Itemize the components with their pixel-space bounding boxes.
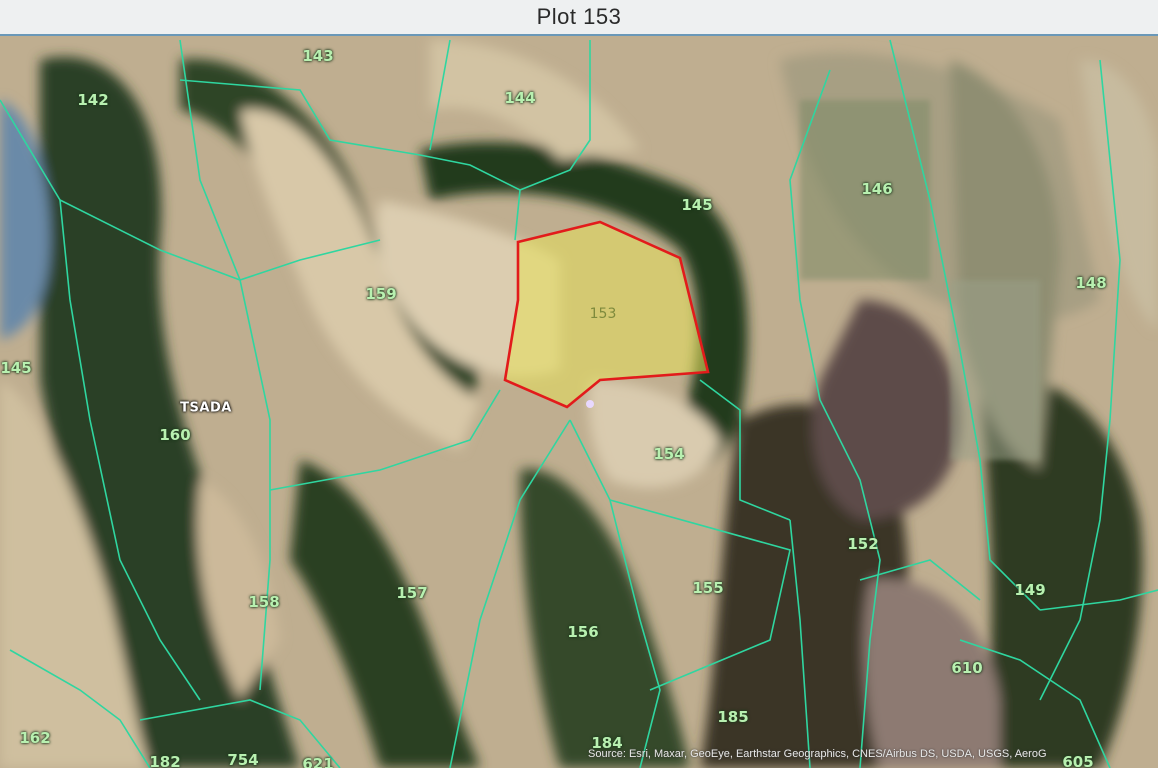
plot-label-148[interactable]: 148 <box>1075 274 1106 292</box>
plot-label-156[interactable]: 156 <box>567 623 598 641</box>
plot-label-155[interactable]: 155 <box>692 579 723 597</box>
plot-label-605[interactable]: 605 <box>1062 753 1093 768</box>
plot-label-144[interactable]: 144 <box>504 89 535 107</box>
plot-label-146[interactable]: 146 <box>861 180 892 198</box>
place-label: TSADA <box>180 400 232 416</box>
plot-label-152[interactable]: 152 <box>847 535 878 553</box>
plot-label-754[interactable]: 754 <box>227 751 258 768</box>
plot-label-143[interactable]: 143 <box>302 47 333 65</box>
satellite-imagery <box>0 36 1158 768</box>
plot-label-154[interactable]: 154 <box>653 445 684 463</box>
plot-label-621[interactable]: 621 <box>302 755 333 768</box>
map-view[interactable]: 142 143 144 145 145 146 148 149 152 153 … <box>0 36 1158 768</box>
plot-label-145-west[interactable]: 145 <box>0 359 31 377</box>
map-attribution: Source: Esri, Maxar, GeoEye, Earthstar G… <box>588 748 1047 760</box>
plot-label-149[interactable]: 149 <box>1014 581 1045 599</box>
plot-label-185[interactable]: 185 <box>717 708 748 726</box>
window-title: Plot 153 <box>536 4 622 29</box>
plot-label-182[interactable]: 182 <box>149 753 180 768</box>
plot-label-145[interactable]: 145 <box>681 196 712 214</box>
plot-label-610[interactable]: 610 <box>951 659 982 677</box>
plot-label-153-selected[interactable]: 153 <box>590 306 617 322</box>
plot-label-142[interactable]: 142 <box>77 91 108 109</box>
plot-label-162[interactable]: 162 <box>19 729 50 747</box>
plot-label-160[interactable]: 160 <box>159 426 190 444</box>
plot-label-159[interactable]: 159 <box>365 285 396 303</box>
plot-label-158[interactable]: 158 <box>248 593 279 611</box>
plot-label-157[interactable]: 157 <box>396 584 427 602</box>
title-bar: Plot 153 <box>0 0 1158 36</box>
